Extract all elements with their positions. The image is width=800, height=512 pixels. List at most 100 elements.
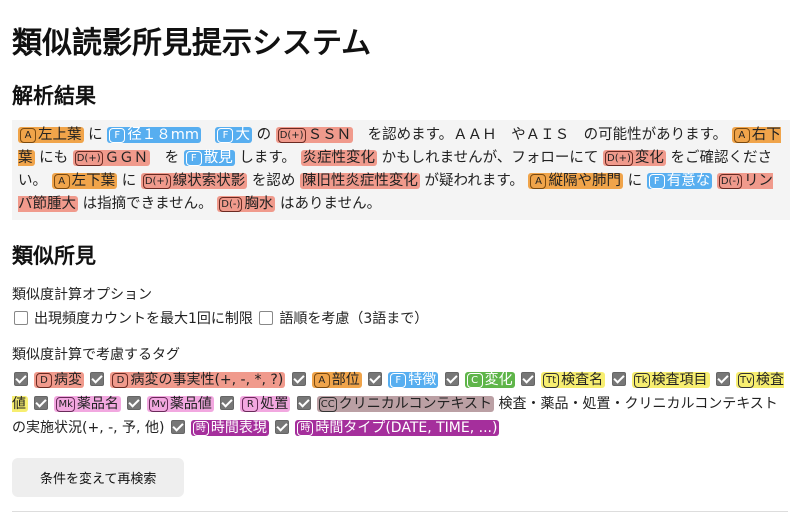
result-text: は指摘できません。	[78, 196, 218, 212]
tag-checkbox[interactable]	[127, 396, 142, 410]
tag-type-badge: F	[390, 373, 407, 388]
tag-option: 時時間表現	[190, 420, 269, 436]
entity-text: ＳＳＮ	[307, 127, 352, 143]
tag-type-badge: F	[217, 128, 234, 143]
tag-option-label: 処置	[260, 396, 289, 412]
tag-checkbox[interactable]	[296, 396, 311, 410]
option-label: 語順を考慮（3語まで）	[279, 311, 429, 327]
entity-tag: D(+) ＧＧＮ	[72, 150, 151, 166]
option-checkbox[interactable]	[259, 311, 274, 325]
tag-checkbox[interactable]	[34, 396, 49, 410]
entity-tag: F 散見	[183, 150, 235, 166]
tag-option-label: 薬品値	[169, 396, 212, 412]
tag-checkbox[interactable]	[521, 372, 536, 386]
similar-heading: 類似所見	[12, 244, 96, 268]
entity-tag: F 有意な	[646, 173, 713, 189]
tag-checklist: D 病変 D 病変の事実性(+, -, *, ?) A 部位 F 特徴 C 変化 Tt 検査…	[12, 368, 788, 440]
result-text: が疑われます。	[419, 173, 529, 189]
tag-checkbox[interactable]	[291, 372, 306, 386]
tag-option-label: 時間表現	[210, 420, 267, 436]
tag-option-label: 検査項目	[651, 372, 708, 388]
tag-checkbox[interactable]	[220, 396, 235, 410]
tag-checkbox[interactable]	[368, 372, 383, 386]
result-text: に	[117, 173, 141, 189]
tag-checkbox[interactable]	[90, 372, 105, 386]
tag-checkbox[interactable]	[170, 420, 185, 434]
entity-text: 散見	[203, 150, 233, 166]
entity-tag: A 縦隔や肺門	[528, 173, 623, 189]
tag-type-badge: A	[20, 128, 36, 143]
tag-type-badge: F	[185, 151, 202, 166]
tags-label: 類似度計算で考慮するタグ	[12, 347, 180, 363]
tag-type-badge: D	[36, 373, 52, 388]
result-text	[201, 127, 216, 143]
tag-option: A 部位	[311, 372, 362, 388]
result-text: の	[251, 127, 276, 143]
entity-text: 陳旧性炎症性変化	[301, 173, 418, 189]
analysis-result: A 左上葉 に F 径１８mm F大 の D(+) ＳＳＮ を認めます。ＡＡＨ やＡＩ…	[12, 120, 790, 220]
tag-option-label: 特徴	[408, 372, 437, 388]
entity-tag: 陳旧性炎症性変化	[299, 173, 420, 189]
tag-type-badge: D(-)	[219, 197, 243, 212]
tag-option: Mk 薬品名	[54, 396, 121, 412]
tag-type-badge: A	[733, 128, 750, 143]
entity-tag: A 左下葉	[51, 173, 118, 189]
tag-type-badge: D	[112, 373, 129, 388]
entity-text: 変化	[634, 150, 664, 166]
option-label: 出現頻度カウントを最大1回に制限	[34, 311, 253, 327]
tag-checkbox[interactable]	[611, 372, 626, 386]
tag-type-badge: 時	[192, 421, 209, 436]
result-text: かもしれませんが、フォローにて	[377, 150, 603, 166]
tag-option-label: 病変	[54, 372, 82, 388]
tag-option: Tk 検査項目	[631, 372, 710, 388]
tag-option: C 変化	[464, 372, 515, 388]
entity-tag: 炎症性変化	[300, 150, 377, 166]
option-checkbox[interactable]	[14, 311, 28, 325]
results-heading: 解析結果	[12, 84, 96, 108]
tag-type-badge: R	[242, 397, 259, 412]
tag-option: D 病変の事実性(+, -, *, ?)	[110, 372, 286, 388]
tag-option: Tt 検査名	[541, 372, 606, 388]
tag-type-badge: D(+)	[142, 174, 171, 189]
tag-option-label: 部位	[331, 372, 360, 388]
tag-option-label: 病変の事実性(+, -, *, ?)	[130, 372, 284, 388]
result-text: を認め	[247, 173, 300, 189]
tag-type-badge: A	[53, 174, 70, 189]
tag-type-badge: A	[313, 373, 330, 388]
entity-text: 大	[235, 127, 250, 143]
tag-type-badge: D(-)	[718, 174, 742, 189]
tag-checkbox[interactable]	[444, 372, 459, 386]
result-text: します。	[234, 150, 301, 166]
tag-option: R 処置	[240, 396, 291, 412]
tag-option: D 病変	[34, 372, 84, 388]
tag-type-badge: 時	[297, 421, 314, 436]
result-text: はありません。	[275, 196, 382, 212]
research-button[interactable]: 条件を変えて再検索	[12, 458, 185, 497]
result-text: を	[150, 150, 184, 166]
entity-text: 炎症性変化	[302, 150, 376, 166]
page: 類似読影所見提示システム 解析結果 A 左上葉 に F 径１８mm F大 の D(+…	[0, 0, 800, 512]
tag-checkbox[interactable]	[14, 372, 28, 386]
tag-type-badge: D(+)	[277, 128, 306, 143]
tag-type-badge: Tk	[633, 373, 650, 388]
tag-option-label: クリニカルコンテキスト	[338, 396, 493, 412]
entity-text: 線状索状影	[172, 173, 246, 189]
tag-checkbox[interactable]	[716, 372, 731, 386]
tag-type-badge: C	[466, 373, 483, 388]
entity-text: 径１８mm	[127, 127, 199, 143]
page-title: 類似読影所見提示システム	[12, 26, 372, 61]
tag-type-badge: Tv	[738, 373, 755, 388]
entity-tag: D(+) ＳＳＮ	[275, 127, 354, 143]
tag-checkbox[interactable]	[275, 420, 290, 434]
result-text: に	[83, 127, 108, 143]
tag-type-badge: Mv	[149, 397, 168, 412]
tag-option: CC クリニカルコンテキスト	[316, 396, 495, 412]
tag-option: 時時間タイプ(DATE, TIME, ...)	[295, 420, 500, 436]
tag-type-badge: A	[530, 174, 547, 189]
entity-tag: D(+) 変化	[603, 150, 666, 166]
entity-tag: D(-) 胸水	[217, 196, 276, 212]
tag-type-badge: CC	[318, 397, 337, 412]
entity-tag: F大	[215, 127, 252, 143]
tag-type-badge: F	[648, 174, 665, 189]
tag-type-badge: D(+)	[74, 151, 103, 166]
